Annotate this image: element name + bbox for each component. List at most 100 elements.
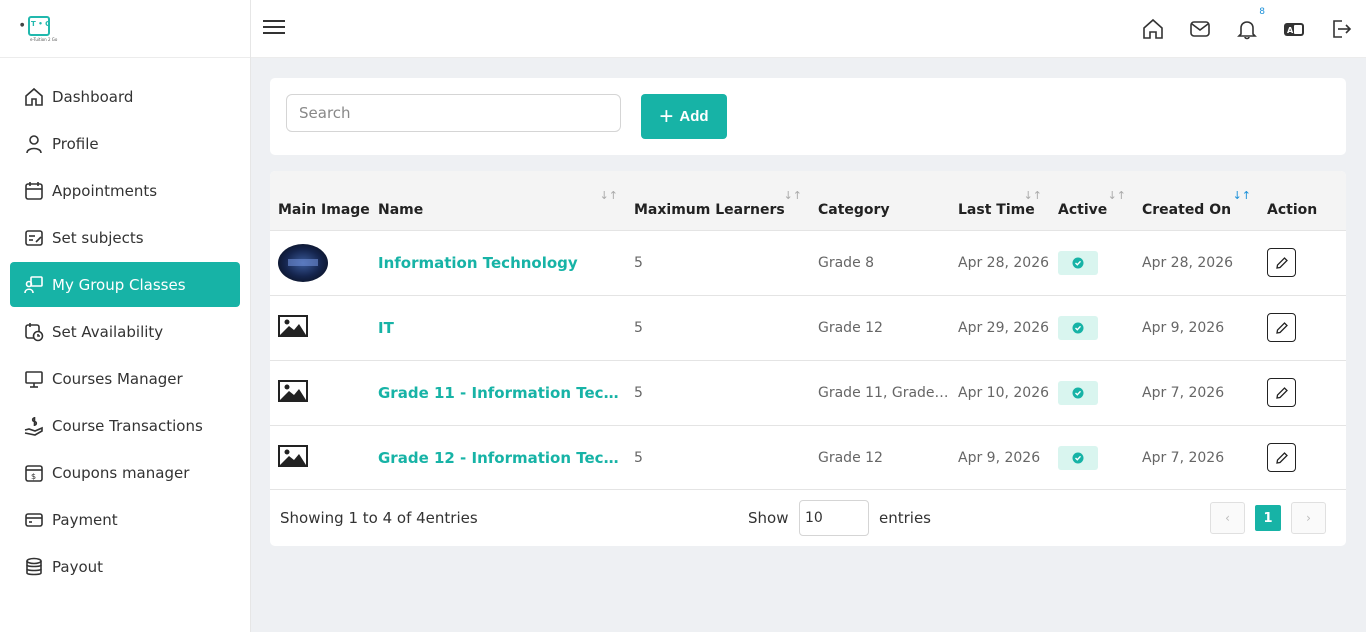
class-name-cell: IT (370, 295, 626, 360)
group-classes-table: Main Image Name ↓↑ Maximum Learners ↓↑ Cat… (270, 171, 1346, 490)
active-status-badge[interactable] (1058, 445, 1098, 470)
show-label: Show (748, 509, 789, 527)
bell-icon[interactable]: 8 (1232, 7, 1265, 44)
last-time-cell: Apr 29, 2026 (958, 319, 1050, 336)
table-footer: Showing 1 to 4 of 4entries Show entries … (270, 489, 1346, 546)
pencil-icon (1275, 256, 1288, 269)
calendar-clock-icon (24, 322, 44, 342)
next-page-button[interactable]: › (1291, 502, 1326, 534)
coins-icon (24, 557, 44, 577)
sidebar-item-label: Payout (52, 557, 104, 576)
sidebar-item-label: Dashboard (52, 87, 134, 106)
add-button[interactable]: + Add (641, 94, 727, 139)
active-cell (1050, 295, 1134, 360)
created-on-cell: Apr 9, 2026 (1142, 319, 1225, 336)
max-learners-cell: 5 (634, 319, 643, 336)
mail-icon[interactable] (1185, 14, 1215, 44)
sidebar: ● T • C e-Tuition 2 Go Dashboard Profile… (0, 0, 251, 632)
active-status-badge[interactable] (1058, 315, 1098, 340)
active-cell (1050, 360, 1134, 425)
pencil-icon (1275, 386, 1288, 399)
group-classes-table-panel: Main Image Name ↓↑ Maximum Learners ↓↑ Cat… (270, 171, 1346, 546)
sidebar-item-courses-manager[interactable]: Courses Manager (10, 356, 240, 401)
subjects-icon (24, 228, 44, 248)
active-status-badge[interactable] (1058, 380, 1098, 405)
class-name-link[interactable]: IT (378, 319, 394, 337)
class-name-link[interactable]: Grade 11 - Information Technology (378, 384, 626, 402)
table-row: Grade 11 - Information Technology 5 Grad… (270, 360, 1346, 425)
home-icon[interactable] (1138, 14, 1168, 44)
sort-active-icon[interactable]: ↓↑ (1233, 189, 1251, 202)
category-cell: Grade 12 (818, 319, 883, 336)
page-size-input[interactable] (799, 500, 869, 536)
active-cell (1050, 425, 1134, 490)
col-header-maximum-learners[interactable]: Maximum Learners ↓↑ (626, 171, 810, 230)
created-on-cell: Apr 28, 2026 (1142, 254, 1234, 271)
sidebar-item-dashboard[interactable]: Dashboard (10, 74, 240, 119)
showing-entries-text: Showing 1 to 4 of 4entries (280, 509, 478, 527)
entries-label: entries (879, 509, 931, 527)
notification-count: 8 (1259, 7, 1265, 17)
class-name-cell: Grade 12 - Information Technology (370, 425, 626, 490)
class-name-link[interactable]: Information Technology (378, 254, 578, 272)
last-time-cell: Apr 9, 2026 (958, 449, 1041, 466)
page-1-button[interactable]: 1 (1255, 505, 1281, 531)
sidebar-item-set-availability[interactable]: Set Availability (10, 309, 240, 354)
sidebar-item-set-subjects[interactable]: Set subjects (10, 215, 240, 260)
table-row: Grade 12 - Information Technology 5 Grad… (270, 425, 1346, 490)
max-learners-cell: 5 (634, 449, 643, 466)
sidebar-item-label: My Group Classes (52, 275, 186, 294)
sidebar-item-label: Course Transactions (52, 416, 203, 435)
active-status-badge[interactable] (1058, 250, 1098, 275)
created-on-cell: Apr 7, 2026 (1142, 449, 1225, 466)
sidebar-item-label: Payment (52, 510, 118, 529)
sort-icon[interactable]: ↓↑ (784, 189, 802, 202)
sidebar-item-appointments[interactable]: Appointments (10, 168, 240, 213)
sort-icon[interactable]: ↓↑ (600, 189, 618, 202)
max-learners-cell: 5 (634, 384, 643, 401)
main-image-cell (270, 425, 370, 490)
active-cell (1050, 230, 1134, 295)
class-thumbnail-image (278, 243, 328, 282)
class-name-link[interactable]: Grade 12 - Information Technology (378, 449, 626, 467)
sidebar-item-profile[interactable]: Profile (10, 121, 240, 166)
edit-button[interactable] (1267, 443, 1296, 473)
sidebar-item-course-transactions[interactable]: Course Transactions (10, 403, 240, 448)
created-on-cell: Apr 7, 2026 (1142, 384, 1225, 401)
sidebar-item-payout[interactable]: Payout (10, 544, 240, 589)
hamburger-menu-icon[interactable] (263, 17, 285, 37)
previous-page-button[interactable]: ‹ (1210, 502, 1245, 534)
sidebar-item-payment[interactable]: Payment (10, 497, 240, 542)
sidebar-item-coupons-manager[interactable]: $ Coupons manager (10, 450, 240, 495)
col-header-action: Action (1267, 201, 1318, 218)
sidebar-nav: Dashboard Profile Appointments Set subje… (0, 58, 250, 589)
sidebar-item-label: Set subjects (52, 228, 144, 247)
pencil-icon (1275, 321, 1288, 334)
sidebar-item-label: Courses Manager (52, 369, 183, 388)
last-time-cell: Apr 10, 2026 (958, 384, 1050, 401)
search-input[interactable] (286, 94, 621, 132)
last-time-cell: Apr 28, 2026 (958, 254, 1050, 271)
col-header-created-on[interactable]: Created On ↓↑ (1134, 171, 1259, 230)
translate-icon[interactable]: A (1279, 14, 1309, 44)
edit-button[interactable] (1267, 313, 1296, 342)
sidebar-item-label: Coupons manager (52, 463, 190, 482)
edit-button[interactable] (1267, 378, 1296, 407)
plus-icon: + (659, 102, 674, 130)
sidebar-item-my-group-classes[interactable]: My Group Classes (10, 262, 240, 307)
group-class-icon (24, 275, 44, 295)
action-cell (1259, 360, 1346, 425)
class-name-cell: Grade 11 - Information Technology (370, 360, 626, 425)
col-header-name[interactable]: Name ↓↑ (370, 171, 626, 230)
sort-icon[interactable]: ↓↑ (1108, 189, 1126, 202)
edit-button[interactable] (1267, 248, 1296, 277)
monitor-icon (24, 369, 44, 389)
logo-subtitle: e-Tuition 2 Go (30, 36, 58, 42)
sort-icon[interactable]: ↓↑ (1024, 189, 1042, 202)
col-header-last-time[interactable]: Last Time ↓↑ (950, 171, 1050, 230)
logo[interactable]: ● T • C e-Tuition 2 Go (20, 14, 62, 44)
topbar: 8 A (251, 0, 1366, 58)
logout-icon[interactable] (1326, 14, 1356, 44)
card-icon (24, 510, 44, 530)
col-header-active[interactable]: Active ↓↑ (1050, 171, 1134, 230)
